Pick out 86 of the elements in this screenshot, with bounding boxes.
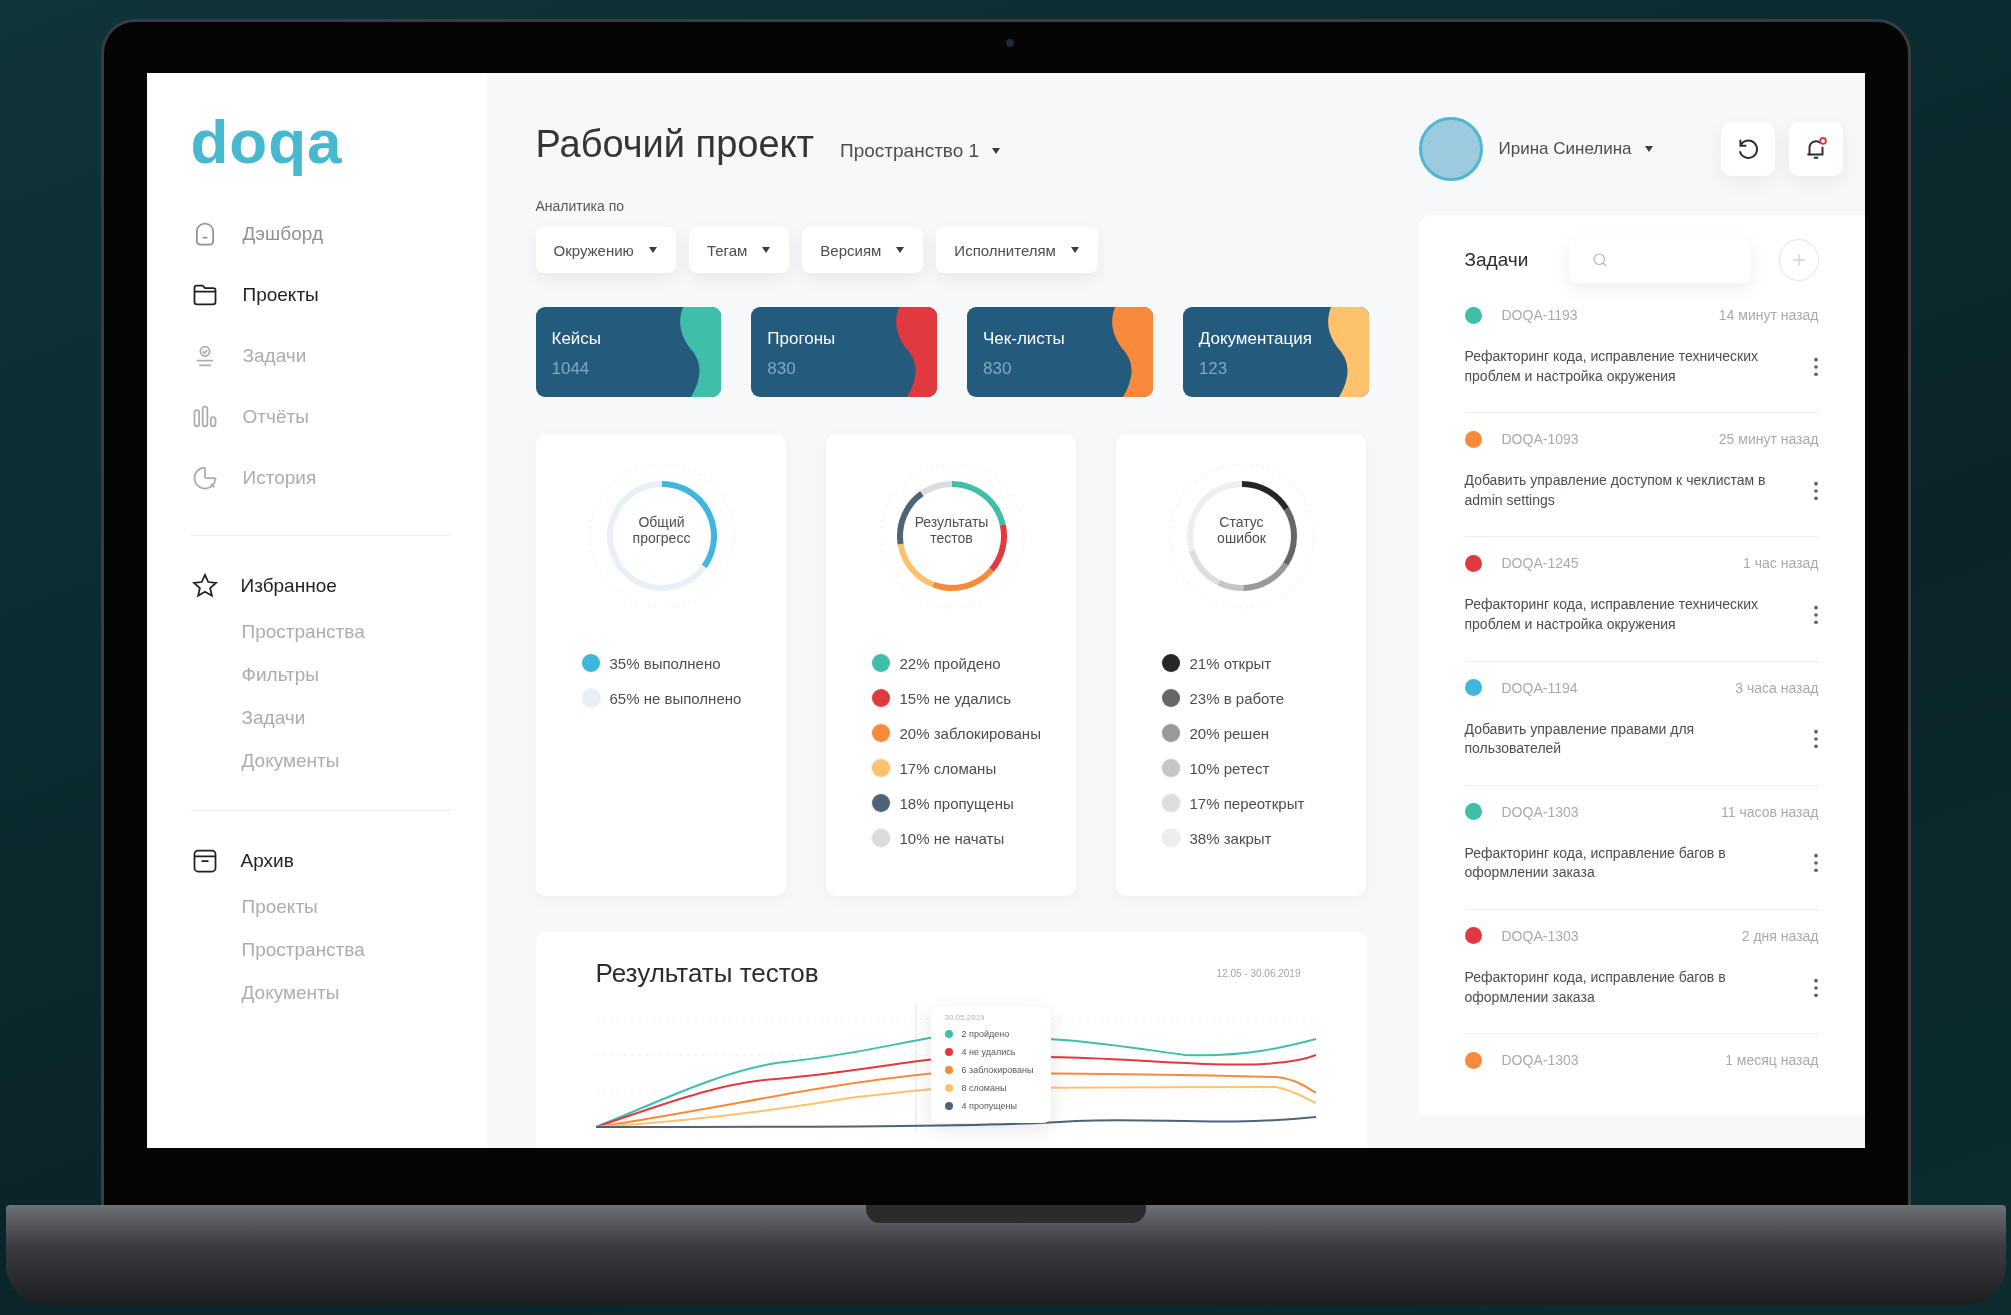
filter-dropdown[interactable]: Тегам — [688, 227, 790, 273]
legend-label: 20% заблокированы — [899, 724, 1041, 742]
space-dropdown[interactable]: Пространство 1 — [840, 140, 1002, 162]
caret-icon — [761, 246, 772, 254]
legend-label: 22% пройдено — [899, 654, 1001, 672]
more-icon[interactable] — [1812, 852, 1819, 875]
legend-label: 15% не удались — [899, 689, 1012, 707]
legend-label: 65% не выполнено — [609, 689, 742, 707]
task-description: Рефакторинг кода, исправление технических проблем и настройка окружения — [1464, 595, 1760, 634]
tooltip-label: 4 не удались — [961, 1047, 1016, 1057]
section-heading[interactable]: Архив — [190, 847, 451, 875]
legend-label: 21% открыт — [1189, 654, 1272, 672]
card-count: 830 — [767, 359, 797, 379]
card-label: Документация — [1198, 329, 1313, 349]
caret-icon — [1069, 246, 1080, 254]
task-id: DOQA-1303 — [1501, 1052, 1579, 1069]
task-time: 25 минут назад — [1718, 431, 1819, 448]
tooltip-label: 6 заблокированы — [961, 1065, 1034, 1075]
task-description: Добавить управление доступом к чеклистам в admin settings — [1464, 471, 1767, 510]
card-label: Чек-листы — [983, 329, 1066, 349]
chart-title: Статус ошибок — [1216, 514, 1267, 547]
card-count: 830 — [983, 359, 1013, 379]
legend-label: 35% выполнено — [609, 654, 721, 672]
analytics-label: Аналитика по — [535, 198, 626, 214]
legend-label: 20% решен — [1189, 724, 1270, 742]
chart-heading: Результаты тестов — [595, 958, 819, 989]
more-icon[interactable] — [1812, 479, 1819, 502]
caret-icon — [895, 246, 906, 254]
card-count: 123 — [1198, 359, 1229, 379]
more-icon[interactable] — [1812, 728, 1819, 751]
task-time: 1 час назад — [1743, 555, 1819, 572]
card-label: Прогоны — [767, 329, 837, 349]
summary-card[interactable]: Документация 123 — [1182, 307, 1369, 397]
panel-title: Задачи — [1464, 249, 1530, 271]
notifications-button[interactable] — [1788, 122, 1843, 176]
task-id: DOQA-1245 — [1501, 555, 1579, 572]
card-count: 1044 — [551, 359, 591, 379]
section-heading[interactable]: Избранное — [190, 572, 451, 600]
task-time: 14 минут назад — [1718, 307, 1819, 323]
caret-icon — [1643, 145, 1654, 153]
task-description: Добавить управление правами для пользователей — [1464, 719, 1696, 759]
tooltip-label: 8 сломаны — [961, 1083, 1007, 1093]
legend-label: 17% сломаны — [899, 759, 997, 777]
task-time: 3 часа назад — [1735, 679, 1819, 696]
search-field[interactable] — [1568, 237, 1751, 283]
caret-icon — [647, 246, 658, 254]
chart-title: Общий прогресс — [631, 514, 692, 547]
task-description: Рефакторинг кода, исправление технических проблем и настройка окружения — [1464, 347, 1760, 386]
summary-card[interactable]: Кейсы 1044 — [535, 307, 722, 397]
page-title: Рабочий проект — [535, 123, 815, 166]
more-icon[interactable] — [1812, 976, 1819, 999]
search-icon — [1590, 251, 1609, 269]
filter-dropdown[interactable]: Исполнителям — [936, 227, 1098, 273]
legend-label: 23% в работе — [1189, 689, 1285, 707]
tooltip-date: 30.05.2019 — [944, 1013, 986, 1022]
legend-label: 17% переоткрыт — [1189, 794, 1305, 812]
task-id: DOQA-1093 — [1501, 431, 1579, 448]
task-id: DOQA-1193 — [1501, 307, 1578, 323]
caret-icon — [991, 147, 1002, 155]
tooltip-label: 2 пройдено — [961, 1029, 1010, 1039]
chart-title: Результаты тестов — [913, 514, 990, 547]
filter-dropdown[interactable]: Окружению — [535, 227, 676, 273]
nav-item[interactable]: Проекты — [190, 276, 451, 314]
task-time: 2 дня назад — [1741, 927, 1819, 944]
task-id: DOQA-1303 — [1501, 927, 1579, 944]
star-icon — [190, 572, 219, 600]
summary-card[interactable]: Прогоны 830 — [751, 307, 937, 397]
task-time: 11 часов назад — [1721, 803, 1819, 820]
task-id: DOQA-1194 — [1501, 679, 1578, 696]
filter-dropdown[interactable]: Версиям — [802, 227, 924, 273]
task-time: 1 месяц назад — [1725, 1052, 1819, 1069]
legend-label: 18% пропущены — [899, 794, 1014, 812]
refresh-button[interactable] — [1720, 122, 1775, 176]
task-id: DOQA-1303 — [1501, 803, 1579, 820]
user-menu[interactable]: Ирина Синелина — [1498, 139, 1707, 159]
legend-label: 10% ретест — [1189, 759, 1270, 777]
more-icon[interactable] — [1812, 603, 1819, 626]
summary-card[interactable]: Чек-листы 830 — [967, 307, 1153, 397]
task-description: Рефакторинг кода, исправление багов в оформлении заказа — [1464, 843, 1727, 883]
legend-label: 38% закрыт — [1189, 829, 1272, 847]
task-description: Рефакторинг кода, исправление багов в оформлении заказа — [1464, 967, 1727, 1007]
legend-label: 10% не начаты — [899, 829, 1005, 847]
tooltip-label: 4 пропущены — [961, 1101, 1017, 1111]
more-icon[interactable] — [1812, 355, 1819, 378]
camera-icon — [1005, 39, 1014, 47]
card-label: Кейсы — [551, 329, 603, 349]
